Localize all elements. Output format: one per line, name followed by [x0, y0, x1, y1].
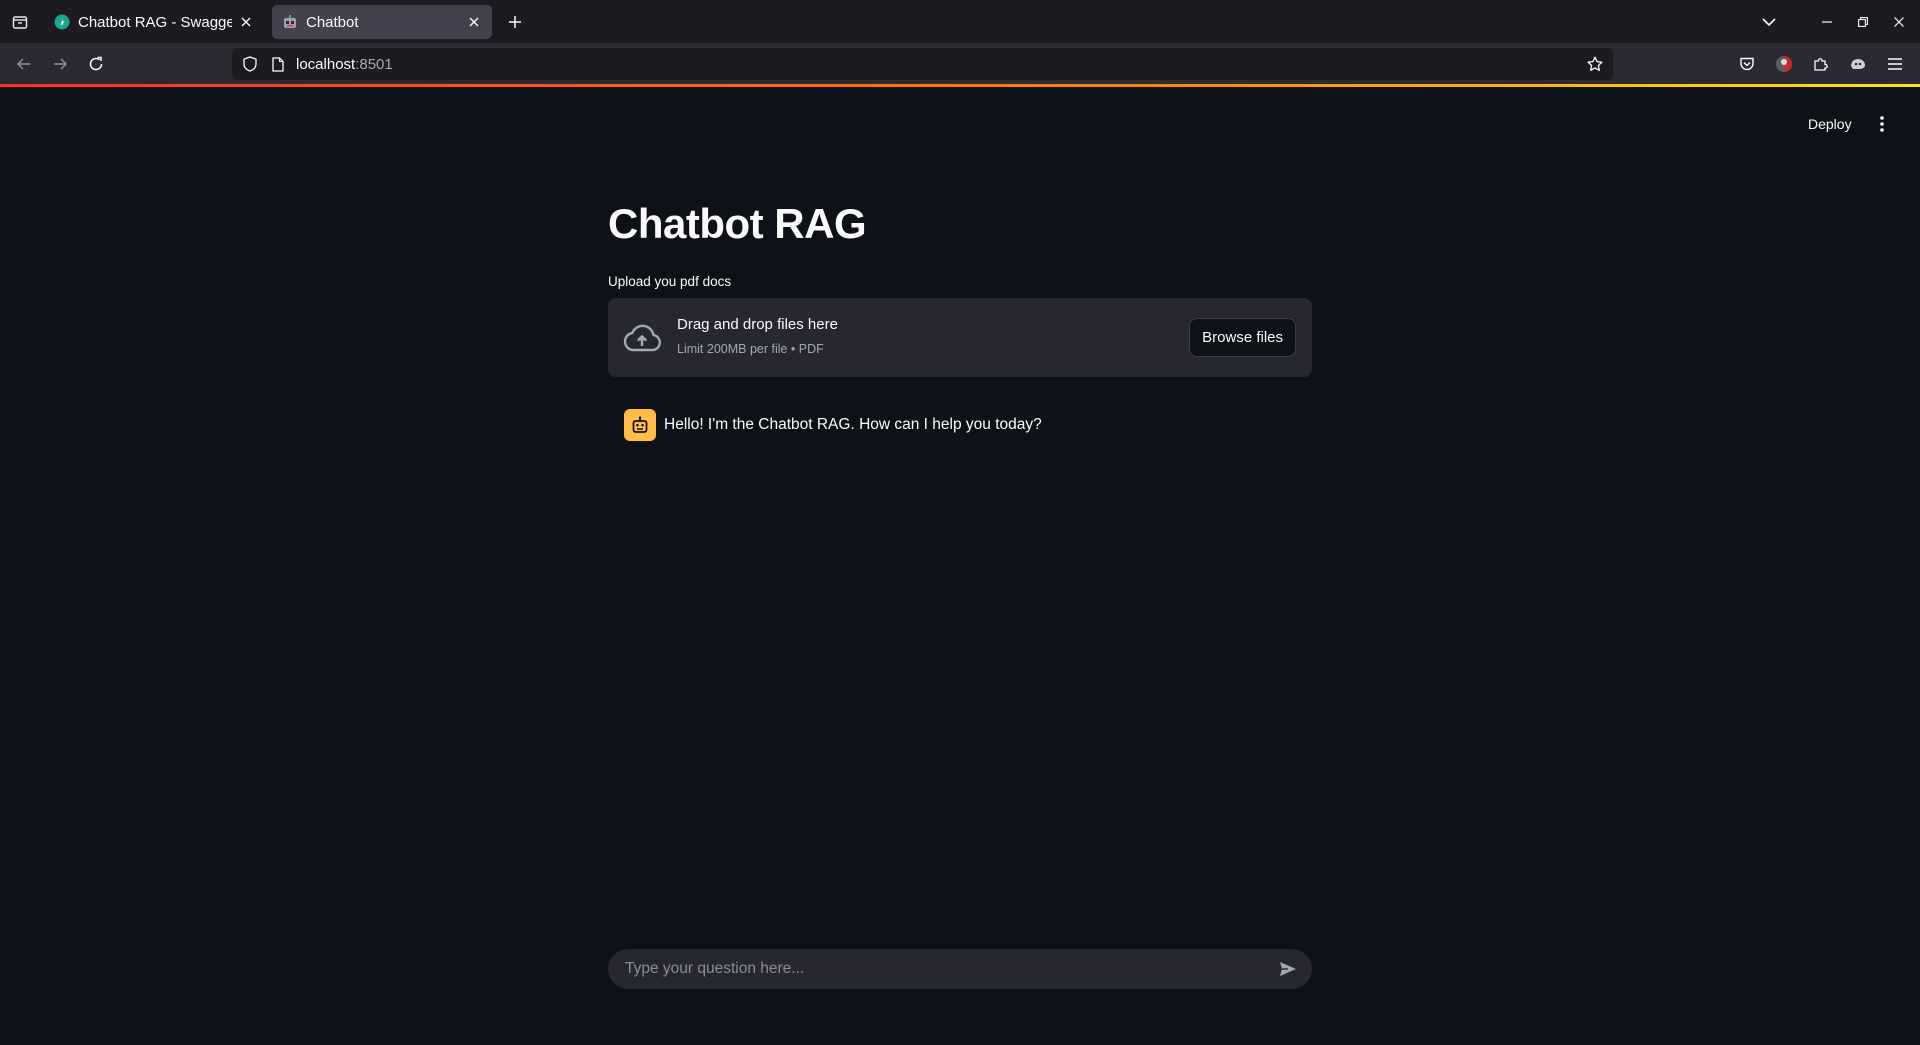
hamburger-menu-icon[interactable] — [1882, 51, 1908, 77]
forward-arrow-icon[interactable] — [47, 51, 73, 77]
browse-files-button[interactable]: Browse files — [1189, 318, 1296, 357]
send-icon[interactable] — [1268, 949, 1308, 989]
chat-input[interactable] — [608, 949, 1268, 989]
page-title: Chatbot RAG — [608, 200, 867, 247]
back-arrow-icon[interactable] — [11, 51, 37, 77]
restore-icon[interactable] — [1848, 7, 1878, 37]
close-icon[interactable] — [466, 14, 482, 30]
tab-swagger[interactable]: Chatbot RAG - Swagger UI — [44, 5, 264, 39]
extension-icon[interactable] — [1845, 51, 1871, 77]
tab-title: Chatbot — [306, 13, 359, 31]
new-tab-plus-icon[interactable] — [503, 10, 527, 34]
close-icon[interactable] — [238, 14, 254, 30]
firefox-view-icon[interactable] — [0, 0, 40, 43]
cloud-upload-icon — [623, 321, 661, 355]
browser-navigation-bar: localhost:8501 — [0, 43, 1920, 84]
tab-title: Chatbot RAG - Swagger UI — [78, 13, 232, 31]
toolbar-right — [1734, 51, 1919, 77]
account-avatar-icon[interactable] — [1771, 51, 1797, 77]
reload-icon[interactable] — [83, 51, 109, 77]
close-window-icon[interactable] — [1884, 7, 1914, 37]
page-info-icon[interactable] — [268, 54, 288, 74]
bookmark-star-icon[interactable] — [1585, 54, 1605, 74]
file-dropzone[interactable]: Drag and drop files here Limit 200MB per… — [608, 298, 1312, 377]
main-menu-kebab-icon[interactable] — [1870, 109, 1894, 139]
message-text: Hello! I'm the Chatbot RAG. How can I he… — [664, 416, 1042, 433]
url-host: localhost — [296, 55, 356, 73]
url-port: :8501 — [355, 55, 393, 73]
browser-tab-bar: Chatbot RAG - Swagger UI Chatbot — [0, 0, 1920, 43]
dropzone-limit-text: Limit 200MB per file • PDF — [677, 342, 824, 356]
pocket-icon[interactable] — [1734, 51, 1760, 77]
chat-input-box — [608, 949, 1312, 989]
extensions-puzzle-icon[interactable] — [1808, 51, 1834, 77]
swagger-icon — [54, 14, 70, 30]
list-all-tabs-chevron-down-icon[interactable] — [1756, 9, 1782, 35]
chat-message: Hello! I'm the Chatbot RAG. How can I he… — [608, 409, 1312, 441]
app-container: Deploy Chatbot RAG Upload you pdf docs D… — [0, 87, 1920, 1045]
robot-emoji-icon — [282, 14, 298, 30]
url-text: localhost:8501 — [296, 56, 393, 73]
minimize-icon[interactable] — [1812, 7, 1842, 37]
deploy-button[interactable]: Deploy — [1800, 109, 1860, 139]
window-controls — [1812, 0, 1920, 43]
file-uploader-label: Upload you pdf docs — [608, 274, 732, 289]
shield-icon[interactable] — [240, 54, 260, 74]
dropzone-instructions: Drag and drop files here — [677, 316, 838, 333]
robot-icon — [624, 409, 656, 441]
tab-chatbot[interactable]: Chatbot — [272, 5, 492, 39]
address-bar[interactable]: localhost:8501 — [232, 48, 1613, 80]
